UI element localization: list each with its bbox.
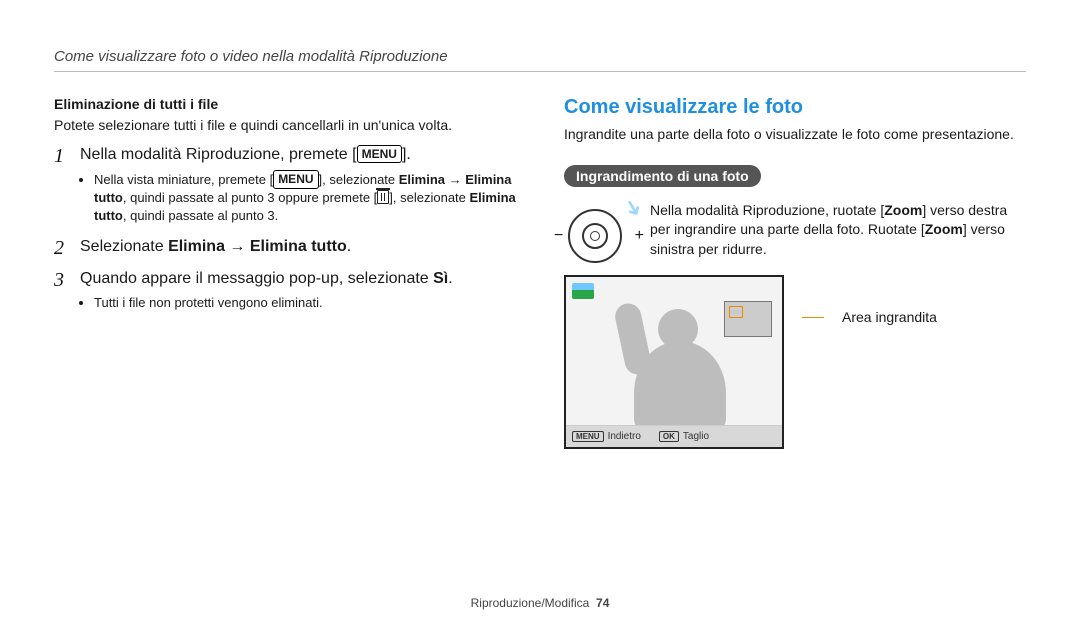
- right-column: Come visualizzare le foto Ingrandite una…: [564, 96, 1026, 449]
- menu-badge-icon: MENU: [357, 145, 402, 164]
- s1b-a1: →: [445, 172, 465, 187]
- s2-pre: Selezionate: [80, 238, 168, 255]
- menu-badge-icon: MENU: [572, 431, 604, 442]
- ok-control: OK Taglio: [659, 431, 709, 442]
- preview-zone: MENU Indietro OK Taglio Area ingrandita: [564, 275, 1026, 449]
- dial-pre: Nella modalità Riproduzione, ruotate [: [650, 202, 884, 218]
- s2-arrow: →: [225, 238, 250, 255]
- callout-line: [802, 317, 824, 318]
- dial-z1: Zoom: [884, 202, 922, 218]
- footer-section: Riproduzione/Modifica: [471, 596, 590, 610]
- left-intro: Potete selezionare tutti i file e quindi…: [54, 116, 516, 136]
- s2-b2: Elimina tutto: [250, 238, 347, 255]
- step-3: 3 Quando appare il messaggio pop-up, sel…: [54, 268, 516, 315]
- s3-post: .: [448, 270, 452, 287]
- s2-b1: Elimina: [168, 238, 225, 255]
- step-1: 1 Nella modalità Riproduzione, premete […: [54, 144, 516, 228]
- trash-icon: [377, 190, 389, 204]
- s1b-m3: ], selezionate: [389, 190, 469, 205]
- left-column: Eliminazione di tutti i file Potete sele…: [54, 96, 516, 449]
- s2-post: .: [347, 238, 351, 255]
- step-1-text-post: ].: [402, 146, 411, 163]
- s1b-pre: Nella vista miniature, premete [: [94, 172, 273, 187]
- step-3-bullet: Tutti i file non protetti vengono elimin…: [94, 294, 516, 312]
- thumbnail-icon: [572, 283, 594, 299]
- right-intro: Ingrandite una parte della foto o visual…: [564, 125, 1026, 145]
- menu-badge-icon: MENU: [273, 170, 318, 189]
- s1b-m2: , quindi passate al punto 3 oppure preme…: [123, 190, 377, 205]
- dial-z2: Zoom: [925, 221, 963, 237]
- zoom-dial-icon: ➜ − +: [564, 201, 634, 263]
- s3-pre: Quando appare il messaggio pop-up, selez…: [80, 270, 433, 287]
- page-footer: Riproduzione/Modifica 74: [0, 596, 1080, 610]
- camera-screen-image: [566, 277, 782, 425]
- s3-b: Sì: [433, 270, 448, 287]
- ok-badge-icon: OK: [659, 431, 679, 442]
- plus-icon: +: [635, 227, 644, 245]
- step-1-num: 1: [54, 144, 70, 168]
- step-1-text-pre: Nella modalità Riproduzione, premete [: [80, 146, 357, 163]
- s1b-b1: Elimina: [399, 172, 445, 187]
- step-3-num: 3: [54, 268, 70, 292]
- step-2-main: Selezionate Elimina → Elimina tutto.: [80, 236, 516, 258]
- s1b-m1: ], selezionate: [319, 172, 399, 187]
- dial-text: Nella modalità Riproduzione, ruotate [Zo…: [650, 201, 1026, 260]
- right-title: Come visualizzare le foto: [564, 96, 1026, 119]
- dial-row: ➜ − + Nella modalità Riproduzione, ruota…: [564, 201, 1026, 263]
- zoom-section-pill: Ingrandimento di una foto: [564, 165, 761, 187]
- step-1-main: Nella modalità Riproduzione, premete [ME…: [80, 144, 516, 166]
- step-2: 2 Selezionate Elimina → Elimina tutto.: [54, 236, 516, 260]
- left-subhead: Eliminazione di tutti i file: [54, 96, 516, 112]
- callout-text: Area ingrandita: [842, 275, 937, 325]
- dial-arrow-icon: ➜: [617, 193, 649, 222]
- step-1-bullet: Nella vista miniature, premete [MENU], s…: [94, 170, 516, 226]
- step-3-main: Quando appare il messaggio pop-up, selez…: [80, 268, 516, 290]
- back-label: Indietro: [608, 431, 641, 442]
- footer-page: 74: [596, 596, 609, 610]
- camera-screen: MENU Indietro OK Taglio: [564, 275, 784, 449]
- minus-icon: −: [554, 227, 563, 245]
- camera-screen-footer: MENU Indietro OK Taglio: [566, 425, 782, 447]
- back-control: MENU Indietro: [572, 431, 641, 442]
- silhouette-icon: [602, 305, 752, 425]
- s1b-tail: , quindi passate al punto 3.: [123, 208, 278, 223]
- step-2-num: 2: [54, 236, 70, 260]
- ok-label: Taglio: [683, 431, 709, 442]
- breadcrumb: Come visualizzare foto o video nella mod…: [54, 48, 1026, 72]
